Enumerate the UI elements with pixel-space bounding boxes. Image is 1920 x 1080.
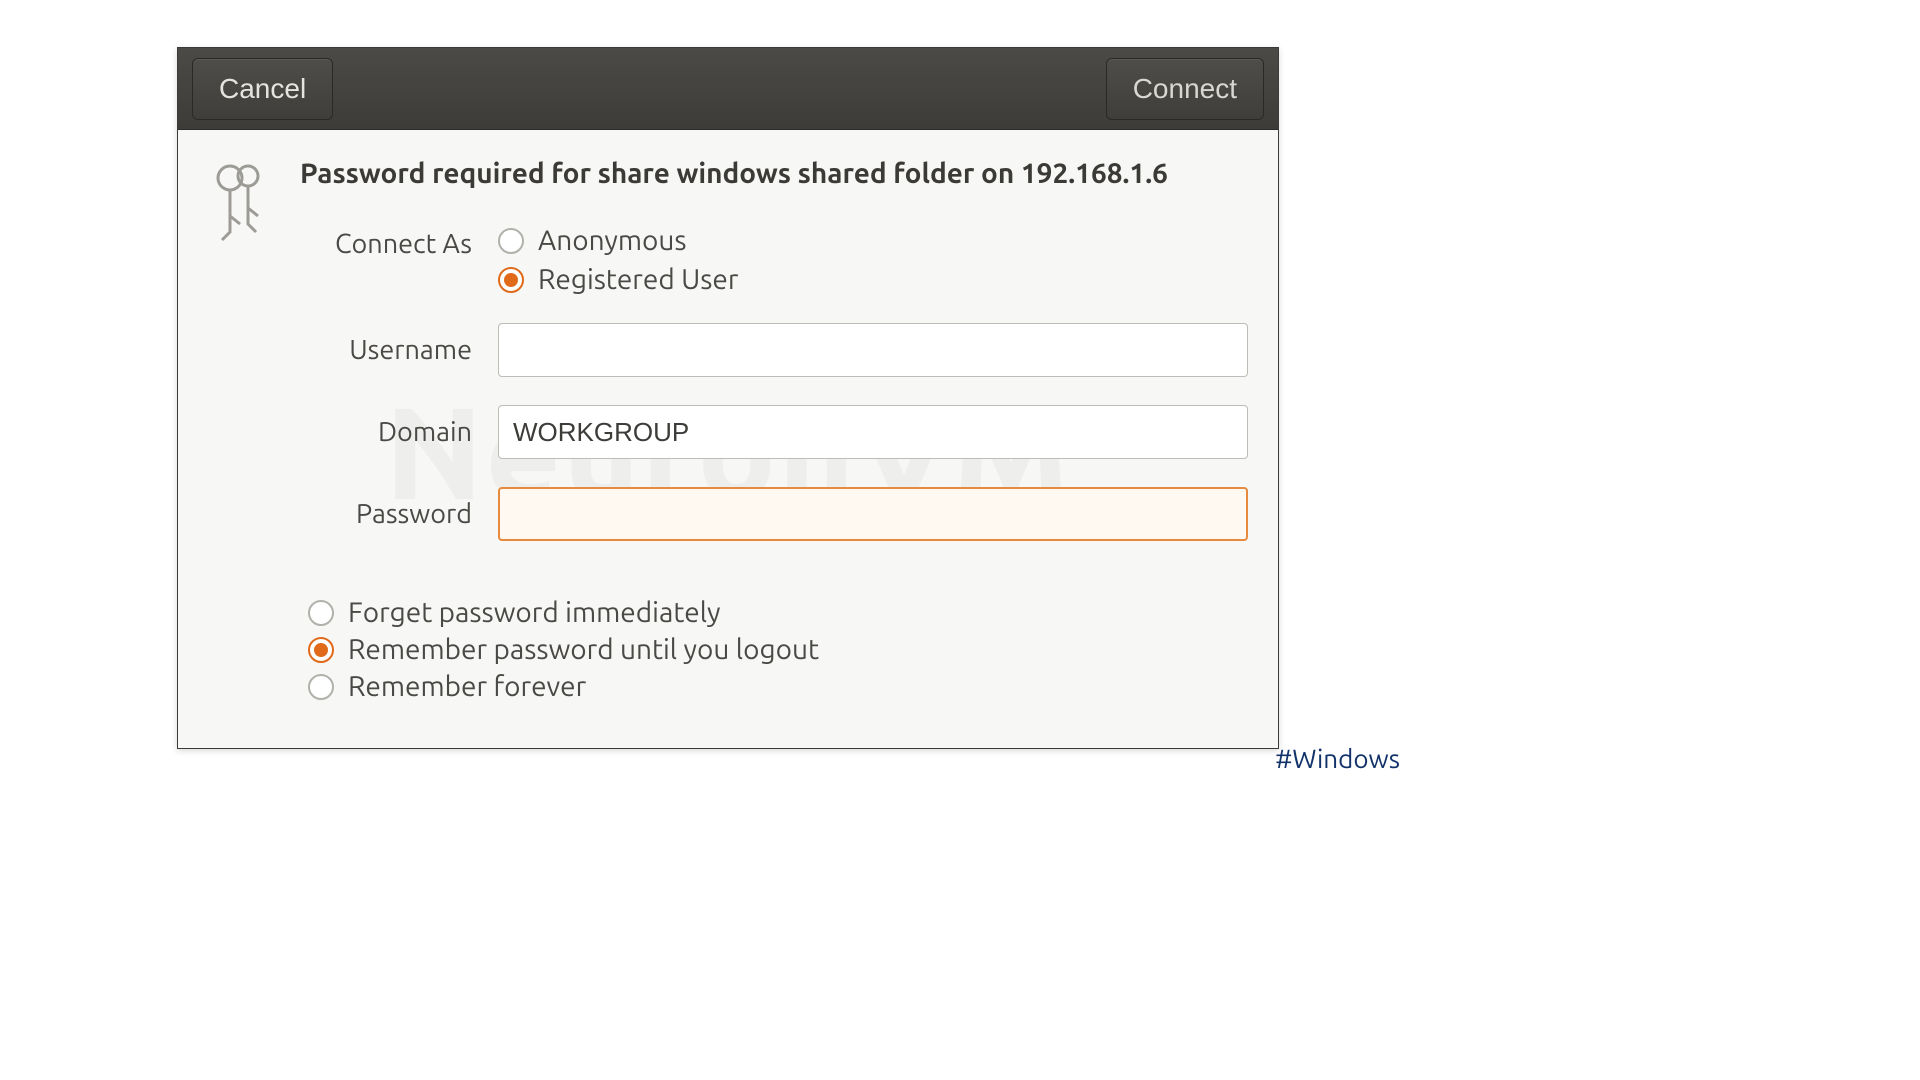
radio-icon: [308, 674, 334, 700]
remember-forget[interactable]: Forget password immediately: [308, 597, 1248, 628]
radio-label: Forget password immediately: [348, 597, 721, 628]
radio-icon: [308, 600, 334, 626]
remember-forever[interactable]: Remember forever: [308, 671, 1248, 702]
radio-icon: [498, 228, 524, 254]
auth-dialog: Cancel Connect NeuronVM Password require…: [177, 47, 1279, 749]
username-input[interactable]: [498, 323, 1248, 377]
radio-icon: [308, 637, 334, 663]
connect-as-group: Anonymous Registered User: [498, 225, 1248, 295]
cancel-button[interactable]: Cancel: [192, 58, 333, 120]
remember-group: Forget password immediately Remember pas…: [308, 597, 1248, 702]
hashtag-text: #Windows: [1275, 744, 1400, 773]
dialog-heading: Password required for share windows shar…: [300, 156, 1248, 191]
domain-label: Domain: [300, 417, 472, 447]
connect-as-anonymous[interactable]: Anonymous: [498, 225, 1248, 256]
remember-session[interactable]: Remember password until you logout: [308, 634, 1248, 665]
radio-label: Remember forever: [348, 671, 586, 702]
dialog-body: NeuronVM Password required for share win…: [178, 130, 1278, 748]
radio-label: Remember password until you logout: [348, 634, 819, 665]
domain-input[interactable]: [498, 405, 1248, 459]
radio-label: Anonymous: [538, 225, 687, 256]
connect-button[interactable]: Connect: [1106, 58, 1264, 120]
username-label: Username: [300, 335, 472, 365]
password-label: Password: [300, 499, 472, 529]
connect-as-label: Connect As: [300, 225, 472, 259]
radio-icon: [498, 267, 524, 293]
radio-label: Registered User: [538, 264, 738, 295]
dialog-titlebar: Cancel Connect: [178, 48, 1278, 130]
connect-as-registered[interactable]: Registered User: [498, 264, 1248, 295]
keys-icon: [208, 162, 272, 250]
password-input[interactable]: [498, 487, 1248, 541]
